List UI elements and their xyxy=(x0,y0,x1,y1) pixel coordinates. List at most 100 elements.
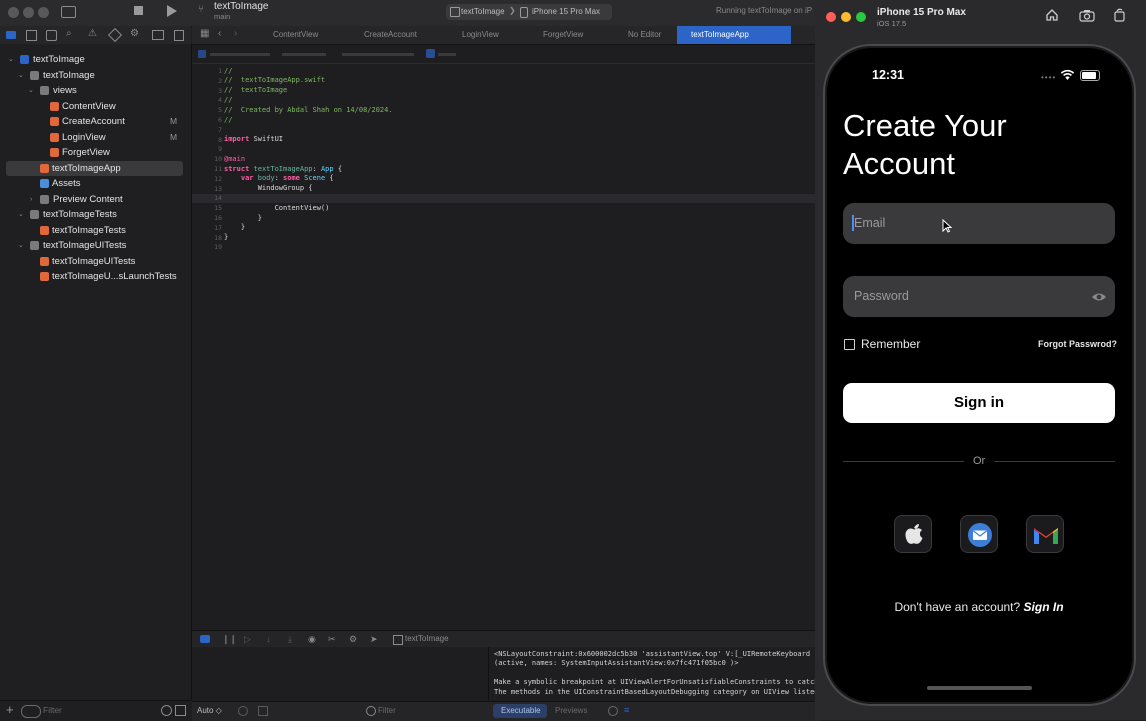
variables-view[interactable] xyxy=(192,647,489,700)
close-window-button[interactable] xyxy=(8,7,19,18)
home-indicator[interactable] xyxy=(927,686,1032,690)
grid-icon[interactable]: ▦ xyxy=(200,28,209,39)
console-filter-icon[interactable]: ≡ xyxy=(624,705,629,715)
info-icon[interactable] xyxy=(238,706,248,716)
code-line: // xyxy=(224,115,233,124)
line-number[interactable]: 3 xyxy=(192,87,222,95)
line-number[interactable]: 8 xyxy=(192,136,222,144)
email-field[interactable]: Email xyxy=(843,203,1115,244)
gmail-sign-in-button[interactable] xyxy=(1026,515,1064,553)
tab-createaccount[interactable]: CreateAccount xyxy=(350,26,454,44)
run-icon[interactable] xyxy=(167,5,177,17)
sidebar-toggle-icon[interactable] xyxy=(61,6,76,18)
add-icon[interactable]: + xyxy=(6,702,14,717)
line-number[interactable]: 13 xyxy=(192,185,222,193)
toggle-debug-area-icon[interactable] xyxy=(200,635,210,643)
project-navigator-icon[interactable] xyxy=(6,31,16,39)
screenshot-icon[interactable] xyxy=(1079,9,1095,27)
line-number[interactable]: 7 xyxy=(192,126,222,134)
breakpoint-navigator-icon[interactable] xyxy=(152,30,164,40)
line-number[interactable]: 1 xyxy=(192,67,222,75)
auto-variables-select[interactable]: Auto ◇ xyxy=(197,706,222,715)
line-number[interactable]: 17 xyxy=(192,224,222,232)
filter-options-icon[interactable] xyxy=(21,705,41,718)
chevron-down-icon[interactable]: ⌄ xyxy=(18,207,24,222)
zoom-window-button[interactable] xyxy=(38,7,49,18)
minimize-window-button[interactable] xyxy=(23,7,34,18)
chevron-right-icon[interactable]: › xyxy=(30,192,32,207)
home-icon[interactable] xyxy=(1045,8,1058,21)
source-control-filter-icon[interactable] xyxy=(175,705,186,716)
share-icon[interactable] xyxy=(258,706,268,716)
tab-previews[interactable]: Previews xyxy=(555,706,587,715)
scheme-selector[interactable]: textToImage ❯ iPhone 15 Pro Max xyxy=(446,4,612,20)
step-into-icon[interactable]: ⤓ xyxy=(288,634,292,645)
forgot-password-link[interactable]: Forgot Passwrod? xyxy=(1038,339,1117,349)
back-icon[interactable]: ‹ xyxy=(218,28,221,39)
navigator-filter-input[interactable]: Filter xyxy=(43,705,62,715)
tree-item-createaccount[interactable]: CreateAccount M xyxy=(48,114,178,129)
chevron-down-icon[interactable]: ⌄ xyxy=(8,52,14,67)
source-control-icon[interactable] xyxy=(26,30,37,41)
memory-graph-icon[interactable]: ✂ xyxy=(328,634,336,645)
rotate-icon[interactable] xyxy=(1113,8,1126,27)
environment-overrides-icon[interactable]: ⚙ xyxy=(349,634,357,645)
variables-filter-input[interactable]: Filter xyxy=(378,706,396,715)
eye-icon[interactable] xyxy=(1091,290,1107,308)
issue-navigator-icon[interactable]: ⚠ xyxy=(88,28,97,39)
stop-icon[interactable] xyxy=(134,6,143,15)
breadcrumb-segment[interactable] xyxy=(342,53,414,56)
line-number[interactable]: 2 xyxy=(192,77,222,85)
report-navigator-icon[interactable] xyxy=(174,30,184,41)
apple-sign-in-button[interactable] xyxy=(894,515,932,553)
line-number[interactable]: 11 xyxy=(192,165,222,173)
debug-view-hierarchy-icon[interactable]: ◉ xyxy=(308,634,316,645)
tab-texttoimageapp[interactable]: textToImageApp xyxy=(677,26,791,44)
sign-in-button[interactable]: Sign in xyxy=(843,383,1115,423)
chevron-down-icon[interactable]: ⌄ xyxy=(18,238,24,253)
tab-contentview[interactable]: ContentView xyxy=(259,26,363,44)
line-number[interactable]: 14 xyxy=(192,194,222,202)
line-number[interactable]: 16 xyxy=(192,214,222,222)
mail-sign-in-button[interactable] xyxy=(960,515,998,553)
debug-navigator-icon[interactable]: ⚙ xyxy=(130,28,139,39)
console-output[interactable]: <NSLayoutConstraint:0x600002dc5b30 'assi… xyxy=(489,647,820,700)
line-number[interactable]: 5 xyxy=(192,106,222,114)
jump-bar[interactable] xyxy=(192,45,820,64)
line-number[interactable]: 18 xyxy=(192,234,222,242)
minimize-window-button[interactable] xyxy=(841,12,851,22)
breadcrumb-segment[interactable] xyxy=(282,53,326,56)
password-field[interactable]: Password xyxy=(843,276,1115,317)
remember-checkbox[interactable] xyxy=(844,339,855,350)
line-number[interactable]: 4 xyxy=(192,96,222,104)
forward-icon[interactable]: › xyxy=(234,28,237,39)
test-navigator-icon[interactable] xyxy=(107,27,123,43)
tree-item-loginview[interactable]: LoginView M xyxy=(48,130,178,145)
pause-icon[interactable]: ❙❙ xyxy=(222,634,237,645)
zoom-window-button[interactable] xyxy=(856,12,866,22)
tab-loginview[interactable]: LoginView xyxy=(448,26,542,44)
tab-executable[interactable]: Executable xyxy=(493,704,547,718)
line-number[interactable]: 15 xyxy=(192,204,222,212)
find-navigator-icon[interactable]: ⌕ xyxy=(66,28,72,39)
symbol-navigator-icon[interactable] xyxy=(46,30,57,41)
close-window-button[interactable] xyxy=(826,12,836,22)
line-number[interactable]: 6 xyxy=(192,116,222,124)
chevron-down-icon[interactable]: ⌄ xyxy=(18,68,24,83)
chevron-down-icon[interactable]: ⌄ xyxy=(28,83,34,98)
line-number[interactable]: 19 xyxy=(192,243,222,251)
breadcrumb-segment[interactable] xyxy=(210,53,270,56)
breadcrumb-segment[interactable] xyxy=(438,53,456,56)
recent-files-icon[interactable] xyxy=(161,705,172,716)
continue-icon[interactable]: ▷ xyxy=(244,634,251,645)
simulate-location-icon[interactable]: ➤ xyxy=(370,634,378,645)
step-over-icon[interactable]: ↓ xyxy=(266,634,271,644)
project-navigator: ⌄ textToImage ⌄ textToImage ⌄ views Cont… xyxy=(0,44,192,700)
source-editor[interactable]: 1 2 3 4 5 6 7 8 9 10 11 12 13 14 15 16 17 18 19 //// textT… xyxy=(192,64,820,630)
console-info-icon[interactable] xyxy=(608,706,618,716)
tab-forgetview[interactable]: ForgetView xyxy=(529,26,623,44)
line-number[interactable]: 12 xyxy=(192,175,222,183)
line-number[interactable]: 9 xyxy=(192,145,222,153)
line-number[interactable]: 10 xyxy=(192,155,222,163)
sign-in-link[interactable]: Sign In xyxy=(1024,600,1064,614)
